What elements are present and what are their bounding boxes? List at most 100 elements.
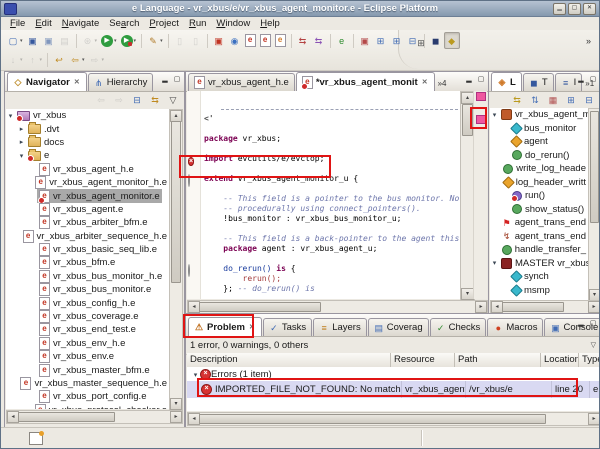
navigator-item-vr-xbus-bus-monitor-e[interactable]: e vr_xbus_bus_monitor.e: [6, 283, 169, 297]
scrollbar-thumb[interactable]: [18, 412, 115, 422]
elaborate-button[interactable]: ⇆: [311, 32, 327, 49]
scroll-right-icon[interactable]: ▸: [588, 301, 599, 313]
maximize-view-icon[interactable]: ▢: [588, 319, 598, 329]
menu-edit[interactable]: Edit: [30, 18, 56, 29]
scrollbar-thumb[interactable]: [590, 111, 599, 223]
expander-icon[interactable]: ▸: [17, 138, 26, 146]
outline-item-run[interactable]: run(): [490, 189, 588, 203]
last-edit-location-button[interactable]: ↩: [51, 51, 67, 68]
collapse-all-button[interactable]: ⊟: [129, 93, 145, 108]
scroll-right-icon[interactable]: ▸: [588, 413, 599, 425]
save-all-button[interactable]: ▣: [41, 32, 57, 49]
view-menu-icon[interactable]: ▽: [591, 341, 596, 349]
run-simulation-button[interactable]: e: [334, 32, 350, 49]
scrollbar-thumb[interactable]: [199, 302, 321, 312]
minimize-window-icon[interactable]: ▁: [553, 2, 566, 15]
outline-item-vr-xbus-agent-mo[interactable]: ▾ vr_xbus_agent_mo: [490, 108, 588, 122]
navigator-item-vr-xbus-port-config-e[interactable]: e vr_xbus_port_config.e: [6, 390, 169, 404]
tab-overflow-chevron[interactable]: »4: [438, 79, 447, 88]
new-e-wizard-button[interactable]: e: [273, 32, 288, 49]
tab-macros[interactable]: ● Macros: [487, 318, 544, 336]
navigator-item-vr-xbus-master-sequence-h-e[interactable]: e vr_xbus_master_sequence_h.e: [6, 377, 169, 390]
semantic-highlight-button[interactable]: ◆: [443, 32, 460, 49]
tab-tasks[interactable]: ✓ Tasks: [262, 318, 313, 336]
toolbar-overflow-chevron[interactable]: »: [586, 36, 591, 46]
menu-help[interactable]: Help: [255, 18, 285, 29]
tab-coverag[interactable]: ▤ Coverag: [367, 318, 429, 336]
close-window-icon[interactable]: ✕: [583, 2, 596, 15]
minimize-view-icon[interactable]: ▂: [576, 75, 586, 85]
code-editor[interactable]: × <' package vr_xbus; import evcutils/e/ev…: [187, 91, 460, 299]
new-e-module-button[interactable]: e: [243, 32, 258, 49]
navigator-item-vr-xbus-env-h-e[interactable]: e vr_xbus_env_h.e: [6, 336, 169, 350]
close-icon[interactable]: ✕: [73, 77, 81, 87]
outline-item-agent[interactable]: agent: [490, 135, 588, 149]
tab-layers[interactable]: ≡ Layers: [313, 318, 367, 336]
titlebar[interactable]: e Language - vr_xbus/e/vr_xbus_agent_mon…: [1, 1, 599, 17]
problems-horizontal-scrollbar[interactable]: ◂ ▸: [187, 412, 599, 426]
outline-item-msmp[interactable]: msmp: [490, 283, 588, 298]
back-button[interactable]: ⇦ ▾: [67, 51, 87, 68]
sort-button[interactable]: ⇅: [527, 93, 543, 108]
navigator-item-vr-xbus[interactable]: ▾ vr_xbus: [6, 109, 169, 122]
compile-button[interactable]: ⇆: [295, 32, 311, 49]
navigator-item-vr-xbus-bfm-e[interactable]: e vr_xbus_bfm.e: [6, 256, 169, 270]
outline-item-master-vr-xbus-a[interactable]: ▾ MASTER vr_xbus_a: [490, 257, 588, 271]
navigator-item-vr-xbus-agent-monitor-e[interactable]: e vr_xbus_agent_monitor.e: [6, 189, 169, 204]
fast-view-icon[interactable]: [29, 431, 44, 445]
view-menu-button[interactable]: ▽: [165, 93, 181, 108]
navigator-item-vr-xbus-config-h-e[interactable]: e vr_xbus_config_h.e: [6, 296, 169, 310]
editor-horizontal-scrollbar[interactable]: ◂ ▸: [187, 300, 488, 314]
navigator-item-docs[interactable]: ▸ docs: [6, 135, 169, 149]
navigator-item-dvt[interactable]: ▸ .dvt: [6, 122, 169, 135]
expander-icon[interactable]: ▾: [17, 152, 26, 160]
minimize-view-icon[interactable]: ▂: [576, 319, 586, 329]
outline-item-agent-trans-end[interactable]: ↯ agent_trans_end: [490, 230, 588, 244]
expander-icon[interactable]: ▾: [6, 112, 15, 120]
scrollbar-thumb[interactable]: [502, 302, 564, 312]
scroll-right-icon[interactable]: ▸: [475, 301, 487, 313]
tab-l[interactable]: ◈ L: [491, 72, 522, 91]
navigator-horizontal-scrollbar[interactable]: ◂ ▸: [6, 410, 183, 424]
expander-icon[interactable]: ▾: [490, 259, 499, 267]
menu-navigate[interactable]: Navigate: [57, 18, 105, 29]
outline-item-do-rerun[interactable]: do_rerun(): [490, 149, 588, 163]
expander-icon[interactable]: ▸: [17, 125, 26, 133]
outline-item-show-status[interactable]: show_status(): [490, 203, 588, 217]
navigator-item-vr-xbus-basic-seq-lib-e[interactable]: e vr_xbus_basic_seq_lib.e: [6, 243, 169, 257]
menu-window[interactable]: Window: [211, 18, 255, 29]
scroll-down-icon[interactable]: ▾: [170, 398, 182, 410]
maximize-window-icon[interactable]: ▢: [568, 2, 581, 15]
minimize-view-icon[interactable]: ▂: [464, 75, 474, 85]
tab-hierarchy[interactable]: ⋔ Hierarchy: [87, 73, 154, 91]
outline-item-synch[interactable]: synch: [490, 270, 588, 284]
navigator-item-vr-xbus-end-test-e[interactable]: e vr_xbus_end_test.e: [6, 323, 169, 337]
menu-project[interactable]: Project: [144, 18, 184, 29]
navigator-item-vr-xbus-bus-monitor-h-e[interactable]: e vr_xbus_bus_monitor_h.e: [6, 269, 169, 283]
navigator-item-e[interactable]: ▾ e: [6, 148, 169, 162]
tab-navigator[interactable]: ◇ Navigator ✕: [7, 72, 87, 91]
expander-icon[interactable]: ▾: [490, 111, 499, 119]
navigator-item-vr-xbus-master-bfm-e[interactable]: e vr_xbus_master_bfm.e: [6, 363, 169, 377]
outline-item-write-log-heade[interactable]: write_log_heade: [490, 162, 588, 176]
menu-file[interactable]: File: [5, 18, 30, 29]
navigator-item-vr-xbus-coverage-e[interactable]: e vr_xbus_coverage.e: [6, 310, 169, 324]
outline-item-agent-trans-end[interactable]: ⚑ agent_trans_end: [490, 216, 588, 230]
minimize-view-icon[interactable]: ▂: [160, 75, 170, 85]
tab-vr-xbus-agent-monit[interactable]: e *vr_xbus_agent_monit ✕: [295, 72, 435, 91]
open-task-button[interactable]: ✎ ▾: [145, 32, 165, 49]
outline-vertical-scrollbar[interactable]: ▾: [588, 108, 599, 302]
navigator-item-vr-xbus-arbiter-sequence-h-e[interactable]: e vr_xbus_arbiter_sequence_h.e: [6, 229, 169, 243]
external-tools-button[interactable]: ▶ ▾: [119, 32, 139, 49]
dvt-build-button[interactable]: ▣: [211, 32, 227, 49]
filter-button[interactable]: ▦: [545, 93, 561, 108]
console-button[interactable]: ▣: [357, 32, 373, 49]
outline-item-log-header-writt[interactable]: log_header_writt: [490, 175, 588, 190]
new-wizard-button[interactable]: ▢ ▾: [5, 32, 25, 49]
navigator-item-vr-xbus-agent-monitor-h-e[interactable]: e vr_xbus_agent_monitor_h.e: [6, 176, 169, 190]
navigator-item-vr-xbus-arbiter-bfm-e[interactable]: e vr_xbus_arbiter_bfm.e: [6, 216, 169, 230]
expand-warnings-button[interactable]: ⊞: [389, 32, 405, 49]
link-with-editor-button[interactable]: ⇆: [509, 93, 525, 108]
save-button[interactable]: ▣: [25, 32, 41, 49]
open-perspective-button[interactable]: ⊞: [413, 34, 429, 51]
